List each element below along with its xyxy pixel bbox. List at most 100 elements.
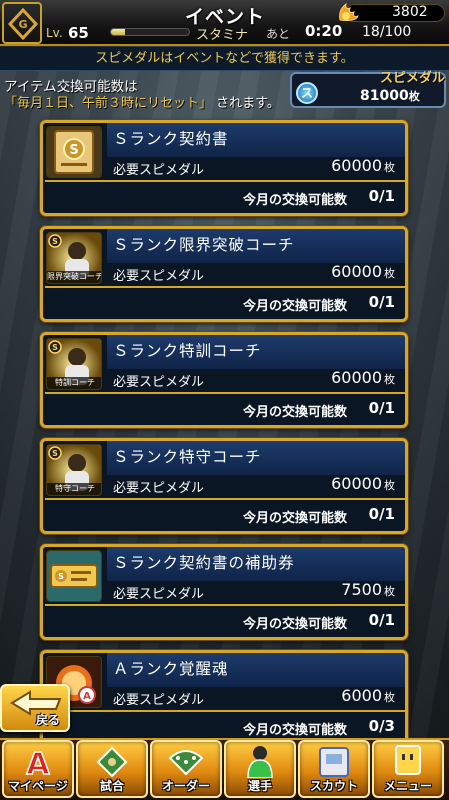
item-name: Ａランク覚醒魂: [113, 660, 229, 678]
stamina-timer: 0:20: [305, 22, 343, 40]
exchange-item-card[interactable]: S 限界突破コーチ Ｓランク限界突破コーチ 必要スピメダル 60000 枚 今月の…: [40, 226, 408, 322]
limit-label: 今月の交換可能数: [243, 617, 348, 632]
back-label: 戻る: [36, 713, 61, 727]
exchange-item-card[interactable]: S 特訓コーチ Ｓランク特訓コーチ 必要スピメダル 60000 枚 今月の交換可能…: [40, 332, 408, 428]
item-name: Ｓランク契約書: [113, 130, 229, 148]
thumb-caption: 限界突破コーチ: [47, 271, 102, 283]
team-logo-icon: G: [8, 8, 38, 40]
svg-text:S: S: [52, 237, 58, 246]
svg-text:S: S: [69, 143, 78, 158]
coach-player-icon: S 特守コーチ: [46, 444, 102, 496]
cost-label: 必要スピメダル: [113, 587, 205, 602]
info-line-2: 「毎月１日、午前３時にリセット」 されます。: [4, 92, 280, 111]
reset-notice: 「毎月１日、午前３時にリセット」: [4, 96, 213, 111]
thumb-caption: 特訓コーチ: [47, 377, 101, 389]
exchange-item-card[interactable]: A Ａランク覚醒魂 必要スピメダル 6000 枚 今月の交換可能数 0/3: [40, 650, 408, 746]
nav-scout-button[interactable]: スカウト: [298, 740, 370, 798]
team-logo[interactable]: G: [2, 2, 42, 44]
stamina-bar: [110, 28, 190, 36]
card-divider: [45, 180, 405, 182]
match-icon: [92, 744, 132, 778]
limit-label: 今月の交換可能数: [243, 405, 348, 420]
svg-text:G: G: [18, 18, 27, 31]
limit-label: 今月の交換可能数: [243, 723, 348, 738]
cost-value-wrap: 60000 枚: [331, 474, 395, 493]
spimedal-icon: ス: [296, 82, 318, 104]
item-name: Ｓランク契約書の補助券: [113, 554, 295, 572]
cost-unit: 枚: [384, 267, 395, 280]
info-line-2-rest: されます。: [216, 96, 280, 111]
limit-value: 0/1: [368, 611, 395, 629]
svg-text:A: A: [83, 691, 91, 702]
cost-value: 6000: [341, 686, 382, 705]
mypage-icon: A: [18, 744, 58, 783]
coach-player-icon: S 特訓コーチ: [46, 338, 102, 390]
exchange-item-card[interactable]: S 特守コーチ Ｓランク特守コーチ 必要スピメダル 60000 枚 今月の交換可能…: [40, 438, 408, 534]
cost-value-wrap: 6000 枚: [341, 686, 395, 705]
scout-icon: [314, 744, 354, 778]
coin-value: 3802: [392, 4, 428, 20]
medal-value: 81000: [360, 88, 409, 104]
menu-icon: [388, 744, 428, 778]
item-name: Ｓランク限界突破コーチ: [113, 236, 295, 254]
nav-menu-button[interactable]: メニュー: [372, 740, 444, 798]
card-divider: [45, 286, 405, 288]
card-divider: [45, 604, 405, 606]
cost-value: 60000: [331, 262, 382, 281]
cost-unit: 枚: [384, 479, 395, 492]
cost-unit: 枚: [384, 585, 395, 598]
card-divider: [45, 392, 405, 394]
nav-mypage-button[interactable]: A マイページ: [2, 740, 74, 798]
exchange-item-card[interactable]: S Ｓランク契約書 必要スピメダル 60000 枚 今月の交換可能数 0/1: [40, 120, 408, 216]
medal-label: スピメダル: [380, 71, 446, 86]
limit-label: 今月の交換可能数: [243, 299, 348, 314]
stamina-bar-fill: [111, 29, 126, 35]
cost-label: 必要スピメダル: [113, 269, 205, 284]
nav-player-button[interactable]: 選手: [224, 740, 296, 798]
level-value: 65: [68, 24, 89, 42]
cost-value-wrap: 60000 枚: [331, 156, 395, 175]
limit-label: 今月の交換可能数: [243, 511, 348, 526]
nav-order-button[interactable]: オーダー: [150, 740, 222, 798]
cost-label: 必要スピメダル: [113, 163, 205, 178]
stamina-count: 18/100: [362, 24, 412, 40]
stamina-label: スタミナ: [196, 28, 249, 43]
cost-value-wrap: 60000 枚: [331, 262, 395, 281]
nav-match-button[interactable]: 試合: [76, 740, 148, 798]
medal-value-wrap: 81000枚: [360, 88, 420, 104]
nav-label: オーダー: [161, 779, 210, 793]
stamina-after-label: あと: [266, 27, 291, 41]
coin-flame-icon: [339, 2, 359, 21]
card-divider: [45, 498, 405, 500]
cost-value: 60000: [331, 368, 382, 387]
cost-value-wrap: 7500 枚: [341, 580, 395, 599]
medal-unit: 枚: [408, 90, 420, 103]
ticket-icon: S: [46, 550, 102, 602]
limit-value: 0/1: [368, 293, 395, 311]
limit-value: 0/3: [368, 717, 395, 735]
svg-text:S: S: [52, 343, 58, 352]
exchange-item-card[interactable]: S Ｓランク契約書の補助券 必要スピメダル 7500 枚 今月の交換可能数 0/1: [40, 544, 408, 640]
limit-value: 0/1: [368, 505, 395, 523]
svg-text:A: A: [26, 747, 50, 778]
item-name: Ｓランク特訓コーチ: [113, 342, 262, 360]
cost-label: 必要スピメダル: [113, 375, 205, 390]
cost-label: 必要スピメダル: [113, 481, 205, 496]
cost-unit: 枚: [384, 373, 395, 386]
level-label: Lv.: [46, 26, 63, 40]
cost-unit: 枚: [384, 691, 395, 704]
nav-label: スカウト: [309, 779, 358, 793]
svg-text:S: S: [52, 449, 58, 458]
limit-value: 0/1: [368, 187, 395, 205]
item-name: Ｓランク特守コーチ: [113, 448, 262, 466]
nav-label: 選手: [247, 779, 272, 793]
nav-label: 試合: [99, 779, 124, 793]
thumb-caption: 特守コーチ: [47, 483, 101, 495]
contract-s-icon: S: [46, 126, 102, 178]
cost-unit: 枚: [384, 161, 395, 174]
coach-player-icon: S 限界突破コーチ: [46, 232, 102, 284]
nav-label: マイページ: [8, 779, 68, 793]
cost-value: 60000: [331, 474, 382, 493]
cost-value: 7500: [341, 580, 382, 599]
order-icon: [166, 744, 206, 778]
